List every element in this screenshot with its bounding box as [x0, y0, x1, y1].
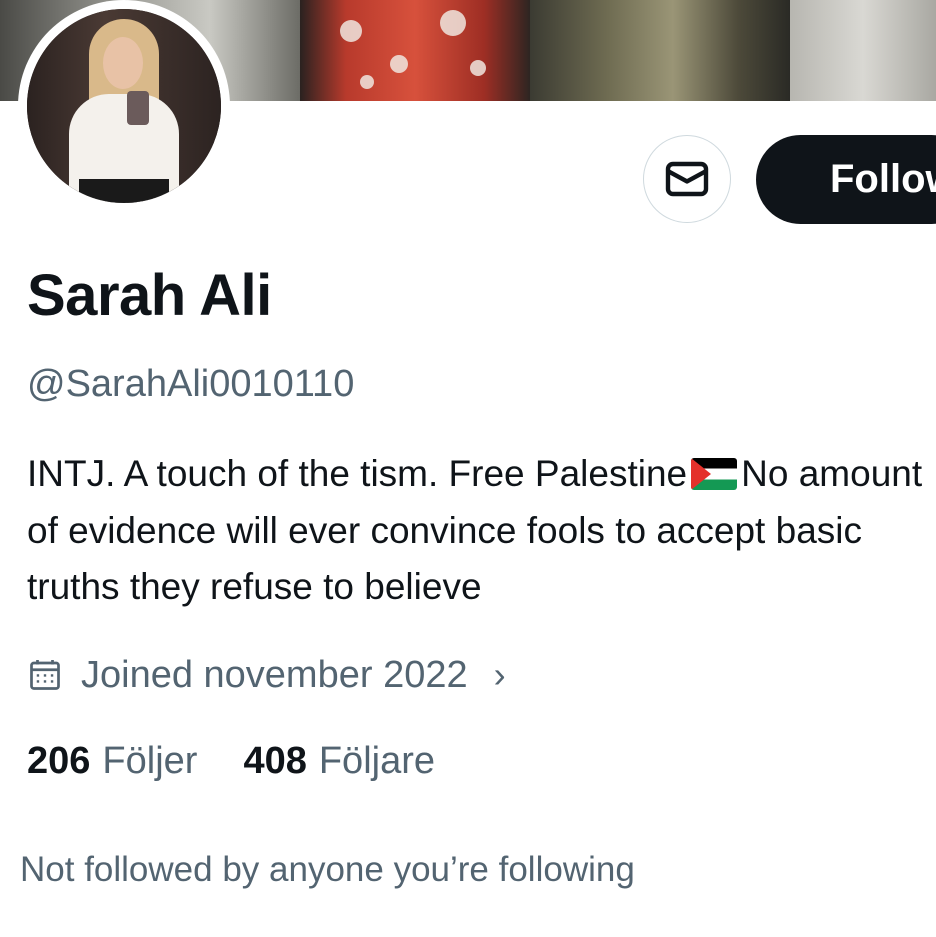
joined-date-text: Joined november 2022 — [81, 653, 468, 696]
following-count: 206 — [27, 740, 91, 782]
follow-button[interactable]: Follow — [756, 135, 936, 224]
banner-segment — [530, 0, 790, 101]
chevron-right-icon: › — [493, 654, 506, 695]
profile-name: Sarah Ali — [27, 263, 272, 328]
palestine-flag-icon — [691, 458, 738, 490]
follow-stats: 206 Följer 408 Följare — [27, 740, 435, 783]
envelope-icon — [665, 161, 709, 197]
followers-count: 408 — [243, 740, 307, 782]
profile-bio: INTJ. A touch of the tism. Free Palestin… — [27, 446, 932, 616]
avatar[interactable] — [27, 9, 221, 203]
followers-label: Följare — [318, 740, 435, 782]
banner-segment — [790, 0, 936, 101]
banner-segment — [300, 0, 530, 101]
following-link[interactable]: 206 Följer — [27, 740, 197, 783]
bio-text: INTJ. A touch of the tism. Free Palestin… — [27, 453, 688, 494]
calendar-icon — [30, 660, 60, 690]
following-label: Följer — [102, 740, 198, 782]
message-button[interactable] — [643, 135, 731, 223]
profile-handle: @SarahAli0010110 — [27, 363, 355, 405]
joined-date-row[interactable]: Joined november 2022 › — [27, 650, 506, 700]
mutual-followers-note: Not followed by anyone you’re following — [20, 850, 635, 889]
followers-link[interactable]: 408 Följare — [243, 740, 435, 783]
